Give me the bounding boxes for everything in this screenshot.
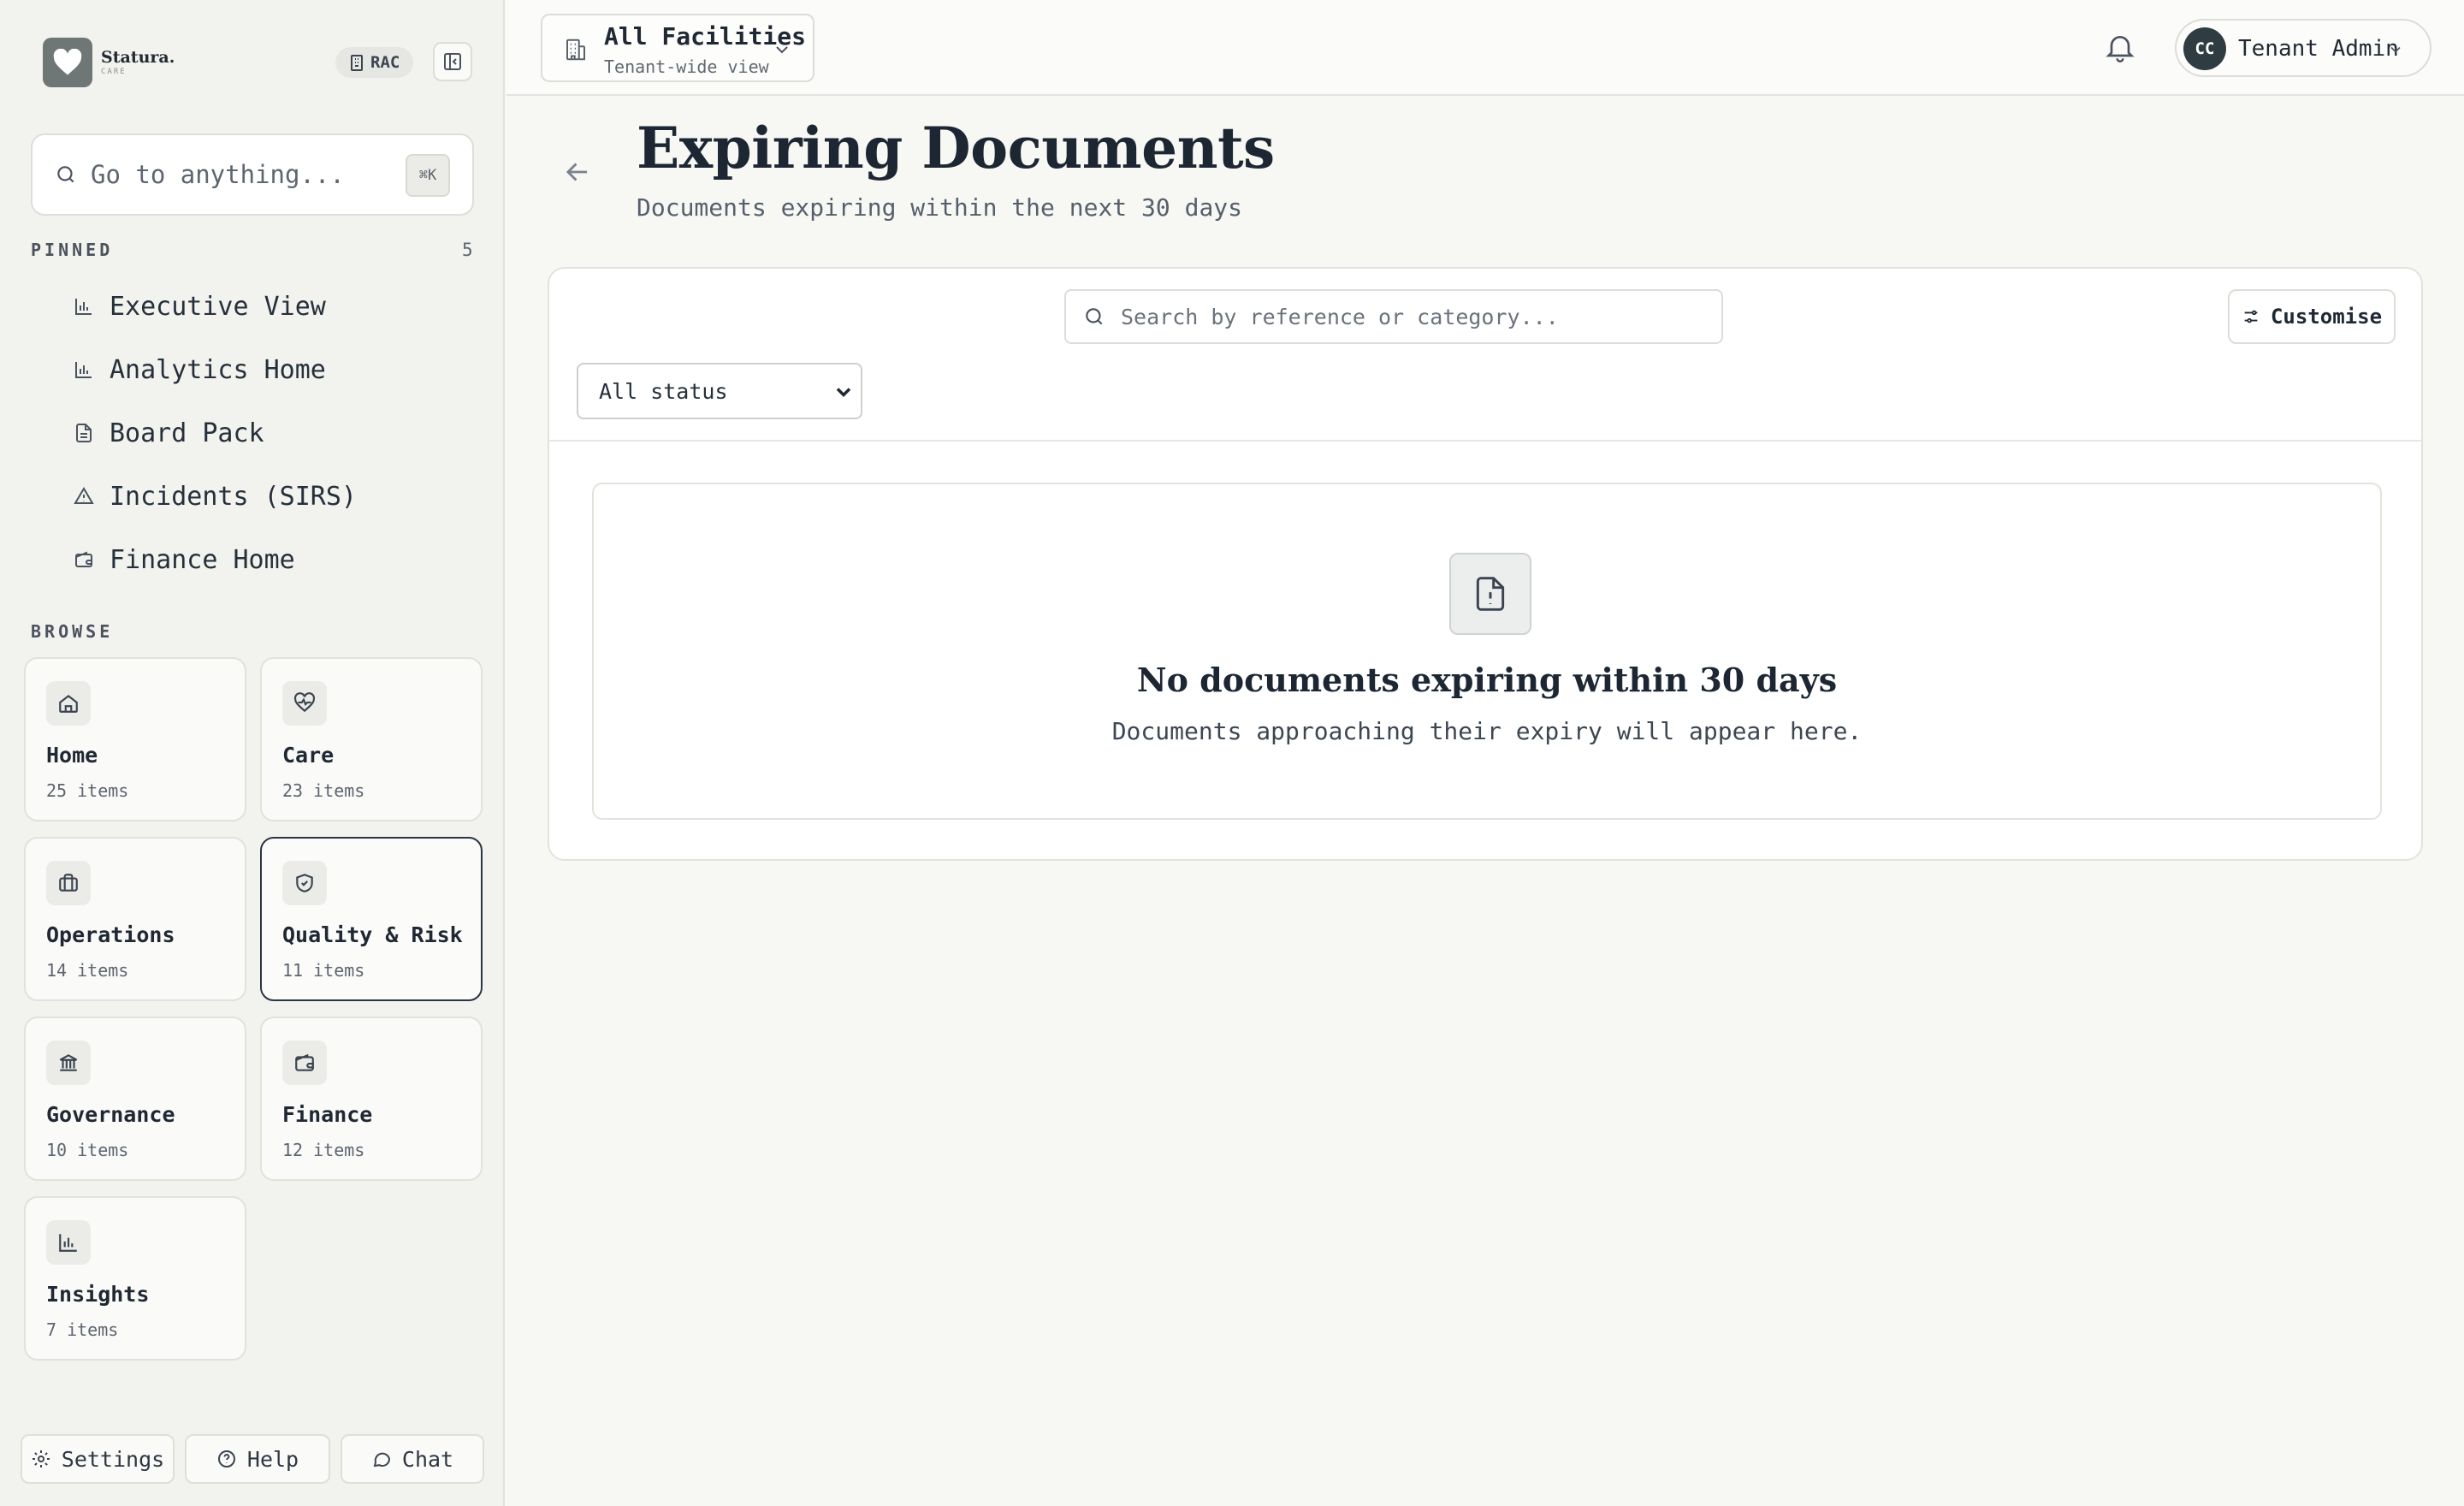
category-title: Insights — [46, 1282, 150, 1307]
pinned-item-board-pack[interactable]: Board Pack — [74, 409, 264, 457]
help-button[interactable]: Help — [185, 1434, 330, 1484]
back-button[interactable] — [561, 156, 594, 188]
category-card-care[interactable]: Care 23 items — [260, 657, 483, 821]
avatar: CC — [2183, 27, 2226, 70]
help-label: Help — [246, 1446, 299, 1472]
sidebar: Statura. CARE RAC Go to anything... ⌘K P… — [0, 0, 505, 1506]
gear-icon — [31, 1449, 51, 1469]
chevron-down-icon — [832, 380, 856, 404]
search-icon — [55, 163, 77, 186]
landmark-icon — [46, 1041, 91, 1085]
heart-pulse-icon — [282, 681, 327, 726]
facility-selector[interactable]: All Facilities Tenant-wide view — [541, 14, 814, 82]
empty-state: No documents expiring within 30 days Doc… — [592, 483, 2382, 820]
brand-sub: CARE — [101, 67, 127, 76]
status-filter-value: All status — [599, 378, 728, 404]
shield-check-icon — [282, 861, 327, 905]
pinned-item-executive-view[interactable]: Executive View — [74, 282, 326, 330]
empty-state-title: No documents expiring within 30 days — [1136, 661, 1838, 699]
warning-icon — [74, 486, 94, 507]
rac-badge[interactable]: RAC — [335, 47, 414, 78]
category-title: Quality & Risk — [282, 922, 463, 947]
documents-search-input[interactable]: Search by reference or category... — [1064, 289, 1723, 344]
category-count: 11 items — [282, 960, 365, 981]
document-icon — [74, 423, 94, 443]
chevron-down-icon — [2387, 41, 2404, 58]
category-count: 7 items — [46, 1319, 119, 1340]
pinned-item-incidents[interactable]: Incidents (SIRS) — [74, 472, 357, 520]
collapse-sidebar-button[interactable] — [433, 42, 472, 81]
user-menu[interactable]: CC Tenant Admin — [2175, 19, 2431, 77]
settings-label: Settings — [61, 1446, 165, 1472]
home-icon — [46, 681, 91, 726]
bell-icon — [2103, 29, 2137, 65]
building-icon — [349, 54, 364, 71]
category-count: 25 items — [46, 780, 129, 801]
building-icon — [563, 36, 589, 63]
pinned-item-finance-home[interactable]: Finance Home — [74, 536, 295, 584]
category-title: Governance — [46, 1102, 175, 1127]
category-count: 12 items — [282, 1140, 365, 1160]
brand-name: Statura. — [101, 47, 175, 67]
category-card-governance[interactable]: Governance 10 items — [24, 1017, 246, 1181]
heart-logo-icon — [43, 38, 92, 87]
category-count: 23 items — [282, 780, 365, 801]
category-count: 14 items — [46, 960, 129, 981]
notifications-button[interactable] — [2103, 29, 2137, 65]
chevron-down-icon — [772, 39, 792, 60]
category-card-quality-risk[interactable]: Quality & Risk 11 items — [260, 837, 483, 1001]
sliders-icon — [2242, 307, 2260, 326]
category-card-operations[interactable]: Operations 14 items — [24, 837, 246, 1001]
search-shortcut: ⌘K — [406, 154, 450, 197]
pinned-count: 5 — [462, 240, 473, 260]
category-title: Finance — [282, 1102, 373, 1127]
search-icon — [1083, 305, 1105, 328]
category-title: Care — [282, 743, 335, 768]
bar-chart-icon — [74, 359, 94, 380]
arrow-left-icon — [561, 156, 594, 188]
bar-chart-icon — [74, 296, 94, 317]
documents-search-placeholder: Search by reference or category... — [1121, 304, 1559, 329]
pinned-item-analytics-home[interactable]: Analytics Home — [74, 346, 326, 394]
pinned-label: PINNED — [31, 240, 114, 260]
browse-label: BROWSE — [31, 621, 114, 642]
customise-label: Customise — [2270, 305, 2383, 329]
facility-subtitle: Tenant-wide view — [604, 56, 769, 77]
pinned-item-label: Executive View — [110, 291, 326, 322]
category-title: Home — [46, 743, 98, 768]
category-card-insights[interactable]: Insights 7 items — [24, 1196, 246, 1361]
pinned-item-label: Board Pack — [110, 418, 264, 448]
customise-button[interactable]: Customise — [2228, 289, 2396, 344]
status-filter-select[interactable]: All status — [577, 363, 862, 419]
brand[interactable]: Statura. CARE — [43, 38, 175, 87]
user-name: Tenant Admin — [2238, 36, 2399, 62]
chat-bubble-icon — [371, 1449, 392, 1469]
pinned-item-label: Analytics Home — [110, 354, 326, 385]
chat-label: Chat — [401, 1446, 454, 1472]
category-title: Operations — [46, 922, 175, 947]
documents-panel: Search by reference or category... Custo… — [548, 267, 2423, 861]
page-title: Expiring Documents — [637, 115, 1275, 181]
page-subtitle: Documents expiring within the next 30 da… — [637, 193, 1243, 222]
sidebar-toggle-icon — [442, 51, 463, 72]
global-search-placeholder: Go to anything... — [91, 160, 345, 189]
pinned-item-label: Finance Home — [110, 544, 295, 575]
briefcase-icon — [46, 861, 91, 905]
top-bar: All Facilities Tenant-wide view CC Tenan… — [506, 0, 2464, 96]
pinned-item-label: Incidents (SIRS) — [110, 481, 357, 512]
global-search[interactable]: Go to anything... ⌘K — [31, 133, 474, 216]
help-circle-icon — [216, 1449, 237, 1469]
divider — [549, 440, 2421, 442]
empty-state-subtitle: Documents approaching their expiry will … — [1111, 717, 1863, 745]
chat-button[interactable]: Chat — [341, 1434, 484, 1484]
category-card-home[interactable]: Home 25 items — [24, 657, 246, 821]
category-card-finance[interactable]: Finance 12 items — [260, 1017, 483, 1181]
settings-button[interactable]: Settings — [21, 1434, 175, 1484]
wallet-icon — [282, 1041, 327, 1085]
wallet-icon — [74, 549, 94, 570]
rac-badge-label: RAC — [370, 53, 400, 72]
bar-chart-icon — [46, 1220, 91, 1265]
category-count: 10 items — [46, 1140, 129, 1160]
file-alert-icon — [1449, 553, 1531, 635]
